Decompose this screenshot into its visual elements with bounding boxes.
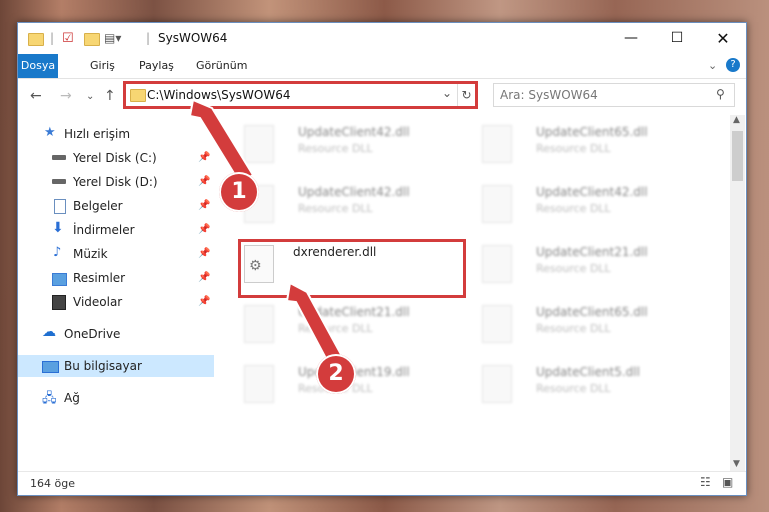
arrow-1 (188, 98, 255, 185)
step-1-badge: 1 (219, 172, 259, 212)
annotation-arrows (188, 98, 345, 368)
step-2-badge: 2 (316, 354, 356, 394)
